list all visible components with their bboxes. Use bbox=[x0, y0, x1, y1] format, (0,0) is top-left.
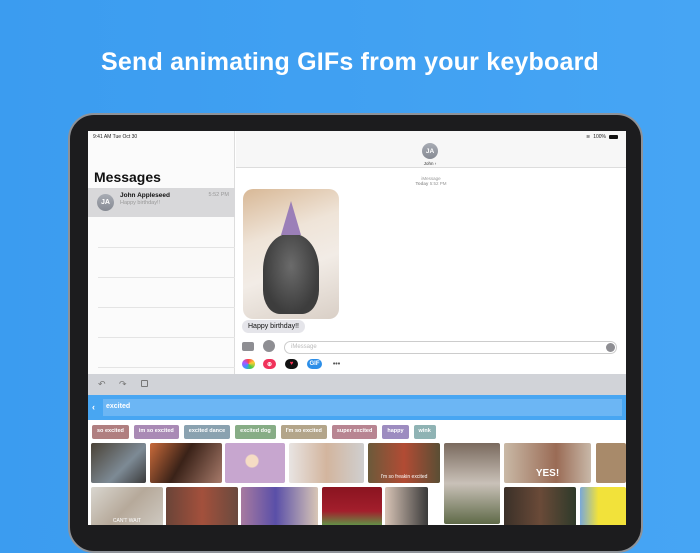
timestamp-time: 5:52 PM bbox=[429, 181, 447, 186]
status-right: ≋ 100% bbox=[586, 134, 618, 140]
contact-avatar[interactable]: JA bbox=[422, 143, 438, 159]
gif-result[interactable]: I'm so freakin excited bbox=[368, 443, 440, 483]
tag-chip[interactable]: super excited bbox=[331, 425, 378, 439]
gif-result[interactable] bbox=[580, 487, 626, 525]
ipad-screen: Messages JA John Appleseed Happy birthda… bbox=[88, 131, 626, 525]
microphone-icon[interactable] bbox=[606, 343, 615, 352]
battery-level: 100% bbox=[593, 134, 606, 140]
tag-chip[interactable]: so excited bbox=[92, 425, 129, 439]
message-preview: Happy birthday!! bbox=[120, 200, 161, 206]
contact-name-link[interactable]: John › bbox=[406, 161, 454, 166]
wifi-icon: ≋ bbox=[586, 134, 591, 140]
gif-result[interactable] bbox=[596, 443, 626, 483]
gif-caption: YES! bbox=[535, 468, 560, 479]
gif-caption: I'm so freakin excited bbox=[380, 474, 428, 480]
gif-result[interactable] bbox=[91, 443, 146, 483]
digital-touch-app-icon[interactable]: ♥ bbox=[285, 359, 298, 369]
more-apps-icon[interactable]: ••• bbox=[330, 359, 343, 369]
gif-result[interactable] bbox=[289, 443, 364, 483]
gif-grid: I'm so freakin excited YES! CAN'T WAIT bbox=[88, 442, 626, 525]
conversation-row[interactable]: JA John Appleseed Happy birthday!! 5:52 … bbox=[88, 188, 235, 217]
tag-chip[interactable]: im so excited bbox=[133, 425, 179, 439]
avatar: JA bbox=[97, 194, 114, 211]
app-store-icon[interactable] bbox=[263, 340, 275, 352]
gif-result[interactable] bbox=[322, 487, 382, 525]
gif-result[interactable] bbox=[504, 487, 576, 525]
divider bbox=[98, 337, 235, 338]
divider bbox=[98, 247, 235, 248]
back-chevron-icon[interactable]: ‹ bbox=[92, 402, 95, 412]
tag-chip[interactable]: happy bbox=[382, 425, 409, 439]
message-meta: iMessage Today 5:52 PM bbox=[236, 176, 626, 186]
page-title: Messages bbox=[94, 169, 161, 185]
gif-result[interactable]: CAN'T WAIT bbox=[91, 487, 163, 525]
gif-result[interactable] bbox=[385, 487, 428, 525]
tag-chip[interactable]: excited dance bbox=[183, 425, 231, 439]
suggested-tags: so excited im so excited excited dance exci… bbox=[88, 420, 626, 442]
undo-icon[interactable]: ↶ bbox=[98, 379, 106, 390]
status-time: 9:41 AM Tue Oct 30 bbox=[93, 134, 138, 140]
battery-icon bbox=[609, 135, 618, 139]
contact-name: John Appleseed bbox=[120, 192, 170, 199]
message-input[interactable]: iMessage bbox=[284, 341, 617, 354]
divider bbox=[98, 367, 235, 368]
timestamp-day: Today bbox=[415, 181, 429, 186]
headline: Send animating GIFs from your keyboard bbox=[101, 48, 599, 76]
image-search-app-icon[interactable]: ⊕ bbox=[263, 359, 276, 369]
cat-party-photo[interactable] bbox=[243, 189, 339, 319]
tag-chip[interactable]: excited dog bbox=[235, 425, 276, 439]
camera-icon[interactable] bbox=[242, 342, 254, 351]
gif-result[interactable] bbox=[241, 487, 318, 525]
gif-caption: CAN'T WAIT bbox=[112, 518, 142, 524]
photos-app-icon[interactable] bbox=[242, 359, 255, 369]
gif-result[interactable] bbox=[150, 443, 222, 483]
divider bbox=[98, 277, 235, 278]
tag-chip[interactable]: I'm so excited bbox=[280, 425, 327, 439]
gif-search-input[interactable]: excited bbox=[103, 399, 622, 416]
message-time: 5:52 PM bbox=[208, 192, 229, 198]
gif-result[interactable] bbox=[225, 443, 285, 483]
redo-icon[interactable]: ↷ bbox=[119, 379, 127, 390]
divider bbox=[98, 307, 235, 308]
gif-result[interactable] bbox=[166, 487, 238, 525]
message-bubble: Happy birthday!! bbox=[242, 320, 305, 333]
paste-icon[interactable] bbox=[141, 380, 148, 387]
tag-chip[interactable]: wink bbox=[413, 425, 436, 439]
conversation-header: JA John › bbox=[236, 131, 626, 168]
gif-app-icon[interactable]: GIF bbox=[307, 359, 322, 369]
gif-result[interactable]: YES! bbox=[504, 443, 591, 483]
conversation-list: Messages JA John Appleseed Happy birthda… bbox=[88, 131, 235, 374]
gif-result[interactable] bbox=[444, 443, 500, 524]
